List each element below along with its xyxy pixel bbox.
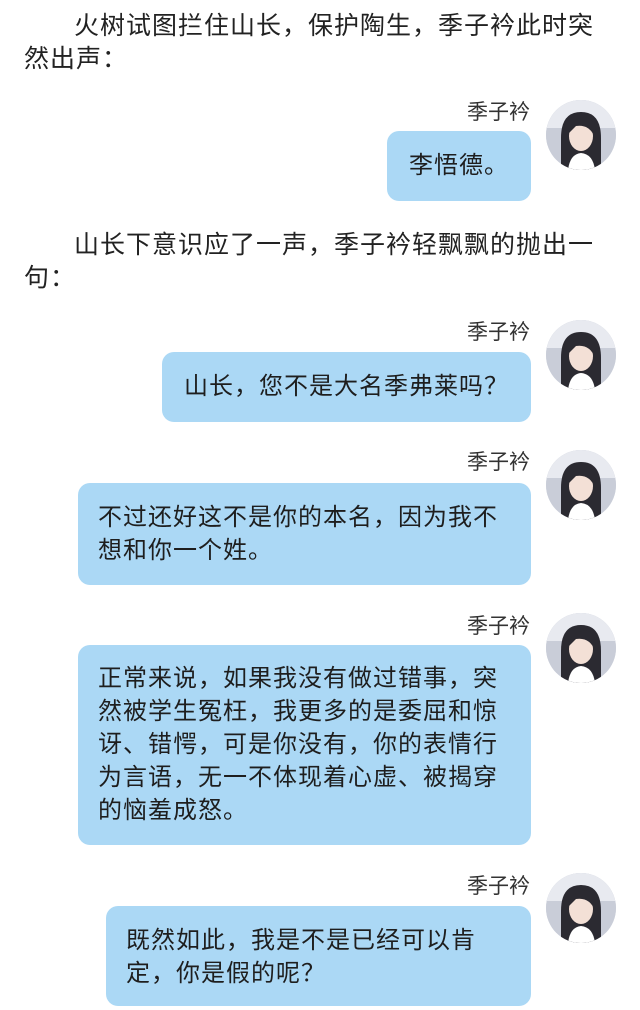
message-bubble: 不过还好这不是你的本名，因为我不想和你一个姓。 xyxy=(78,483,531,585)
sender-name: 季子衿 xyxy=(467,100,530,124)
avatar-icon[interactable] xyxy=(546,613,616,683)
sender-name: 季子衿 xyxy=(467,614,530,638)
sender-name: 季子衿 xyxy=(467,320,530,344)
narration-text: 火树试图拦住山长，保护陶生，季子衿此时突然出声： xyxy=(24,11,595,73)
sender-name: 季子衿 xyxy=(467,874,530,898)
message-bubble: 山长，您不是大名季弗莱吗？ xyxy=(162,352,531,422)
message-bubble: 李悟德。 xyxy=(387,131,531,201)
narration-text: 山长下意识应了一声，季子衿轻飘飘的抛出一句： xyxy=(24,230,595,292)
message-bubble: 正常来说，如果我没有做过错事，突然被学生冤枉，我更多的是委屈和惊讶、错愕，可是你… xyxy=(78,645,531,845)
message-bubble: 既然如此，我是不是已经可以肯定，你是假的呢？ xyxy=(106,906,531,1006)
avatar-icon[interactable] xyxy=(546,100,616,170)
avatar-icon[interactable] xyxy=(546,320,616,390)
avatar-icon[interactable] xyxy=(546,873,616,943)
sender-name: 季子衿 xyxy=(467,450,530,474)
chat-screen: 火树试图拦住山长，保护陶生，季子衿此时突然出声： 季子衿 李悟德。 山长下意识应… xyxy=(0,0,640,1010)
avatar-icon[interactable] xyxy=(546,450,616,520)
